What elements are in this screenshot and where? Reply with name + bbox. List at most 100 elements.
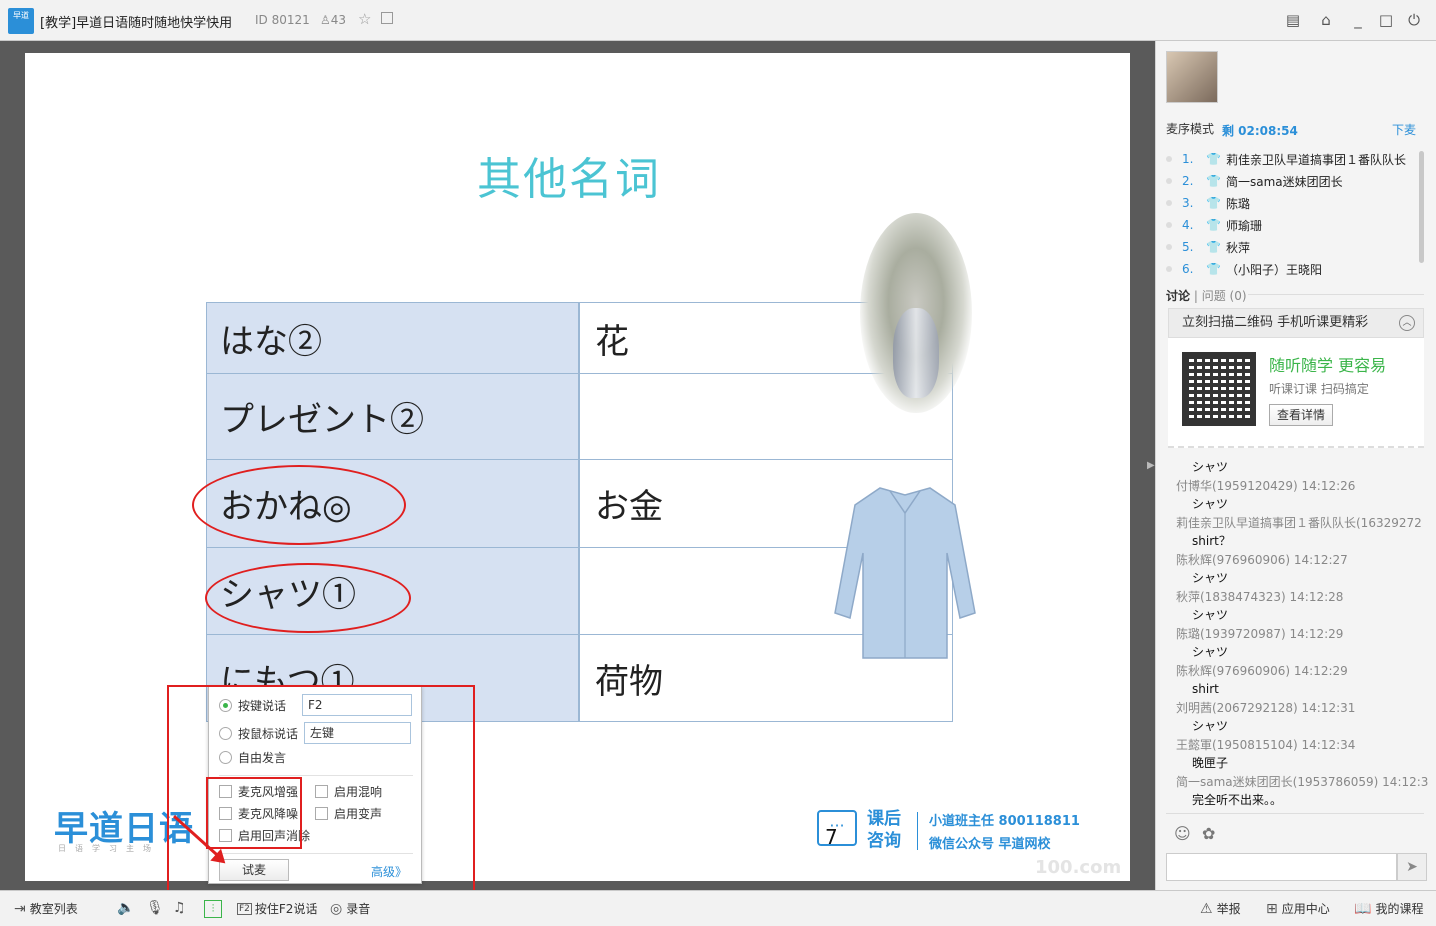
sidebar: 麦序模式 剩 02:08:54 下麦 1. 👕 莉佳亲卫队早道搞事团１番队队长 … [1155,41,1436,890]
chat-message: シャツ [1192,460,1229,474]
leave-mic-link[interactable]: 下麦 [1392,121,1416,138]
queue-number: 6. [1182,262,1194,276]
queue-number: 1. [1182,152,1194,166]
queue-item[interactable]: 6. 👕 （小阳子）王晓阳 [1166,259,1322,279]
table-row: プレゼント② [207,374,952,460]
consult-title: 课后咨询 [867,809,901,851]
status-dot [1166,200,1172,206]
chat-log[interactable]: シャツ 付博华(1959120429) 14:12:26 シャツ 莉佳亲卫队早道… [1176,458,1436,813]
consult-wechat: 微信公众号 早道网校 [929,837,1051,852]
f2-key-icon: F2 [237,902,252,915]
user-shirt-icon: 👕 [1206,262,1221,276]
annotation-circle [205,563,411,633]
consult-hotline: 小道班主任 800118811 [929,814,1080,829]
user-shirt-icon: 👕 [1206,240,1221,254]
user-shirt-icon: 👕 [1206,174,1221,188]
queue-number: 2. [1182,174,1194,188]
watermark: 100.com [1035,857,1122,878]
chat-message: シャツ [1192,497,1229,511]
chat-message: 晚匣子 [1192,756,1229,770]
chat-meta: 陈秋辉(976960906) 14:12:27 [1176,552,1348,567]
book-icon: 📖 [1354,900,1372,917]
vase-image [893,308,939,398]
audio-settings-button[interactable]: ⫶ [204,900,222,918]
tab-question[interactable]: 问题 [1202,289,1226,303]
zaodao-logo-subtitle: 日语学习主场 [58,844,160,853]
chat-meta: 付博华(1959120429) 14:12:26 [1176,478,1356,493]
queue-name: （小阳子）王晓阳 [1226,262,1323,277]
chat-meta: 秋萍(1838474323) 14:12:28 [1176,589,1344,604]
bottom-toolbar: ⇥ 教室列表 🔈 🎙 ♫ ⫶ F2 按住F2说话 ◎ 录音 ⚠ 举报 ⊞ 应用中… [0,890,1436,926]
view-details-button[interactable]: 查看详情 [1269,404,1333,426]
home-icon[interactable]: ⌂ [1316,10,1336,30]
shirt-image [834,487,976,659]
chat-meta: 陈秋辉(976960906) 14:12:29 [1176,663,1348,678]
table-cell-jp: プレゼント② [207,374,580,459]
flower-gift-icon[interactable]: ✿ [1202,824,1222,844]
collapse-sidebar-icon[interactable]: ▶ [1147,460,1155,471]
queue-item[interactable]: 1. 👕 莉佳亲卫队早道搞事团１番队队长 [1166,149,1406,169]
minimize-icon[interactable]: _ [1348,10,1368,30]
share-icon[interactable] [381,12,393,24]
app-center-label: 应用中心 [1281,902,1330,916]
status-dot [1166,266,1172,272]
record-button[interactable]: ◎ 录音 [330,900,370,917]
queue-name: 莉佳亲卫队早道搞事团１番队队长 [1226,152,1407,167]
tab-discuss[interactable]: 讨论 [1166,289,1190,303]
power-icon[interactable]: ⏻ [1404,10,1424,30]
microphone-icon: 🎙 [146,900,164,916]
queue-item[interactable]: 3. 👕 陈璐 [1166,193,1250,213]
report-button[interactable]: ⚠ 举报 [1200,900,1241,917]
app-logo: 早道 [8,8,34,34]
user-shirt-icon: 👕 [1206,196,1221,210]
user-count: ♙43 [320,13,346,27]
my-courses-button[interactable]: 📖 我的课程 [1354,900,1423,917]
chat-meta: 陈璐(1939720987) 14:12:29 [1176,626,1344,641]
list-icon[interactable]: ▤ [1283,10,1303,30]
slide-title: 其他名词 [477,154,661,205]
queue-item[interactable]: 2. 👕 简一sama迷妹团团长 [1166,171,1343,191]
table-cell-jp: はな② [207,303,580,373]
status-dot [1166,244,1172,250]
queue-name: 秋萍 [1226,240,1251,255]
classroom-list-button[interactable]: ⇥ 教室列表 [14,900,78,917]
music-button[interactable]: ♫ [173,900,190,916]
exit-icon: ⇥ [14,900,26,917]
queue-scrollbar[interactable] [1419,151,1424,263]
queue-item[interactable]: 4. 👕 师瑜珊 [1166,215,1262,235]
user-shirt-icon: 👕 [1206,152,1221,166]
report-label: 举报 [1216,902,1241,916]
teacher-avatar[interactable] [1166,51,1218,103]
music-note-icon: ♫ [173,900,186,916]
qr-card: 随听随学 更容易 听课订课 扫码搞定 查看详情 [1168,338,1424,448]
qr-title: 随听随学 更容易 [1269,356,1387,375]
collapse-up-icon[interactable]: ︿ [1399,315,1415,331]
chat-meta: 简一sama迷妹团团长(1953786059) 14:12:3 [1176,774,1429,789]
push-to-talk-button[interactable]: F2 按住F2说话 [237,900,317,917]
tab-separator: | [1193,289,1202,303]
chat-message: シャツ [1192,645,1229,659]
chat-message: シャツ [1192,719,1229,733]
send-icon[interactable]: ➤ [1397,853,1427,881]
consult-banner: ··· 课后咨询 小道班主任 800118811 微信公众号 早道网校 [817,808,1107,858]
qr-header-text: 立刻扫描二维码 手机听课更精彩 [1182,315,1369,330]
report-user-icon: ⚠ [1200,900,1213,917]
qr-code-image [1182,352,1256,426]
speaker-button[interactable]: 🔈 [117,900,138,916]
chat-input[interactable] [1166,853,1397,881]
queue-item[interactable]: 5. 👕 秋萍 [1166,237,1250,257]
record-label: 录音 [346,902,371,916]
queue-number: 5. [1182,240,1194,254]
emoji-icon[interactable]: ☺ [1174,824,1194,844]
microphone-button[interactable]: 🎙 [146,900,168,916]
title-bar: 早道 [教学]早道日语随时随地快学快用 ID 80121 ♙43 ☆ ▤ ⌂ _… [0,0,1436,41]
page-number: 7 [825,825,838,849]
consult-divider [917,812,918,850]
annotation-box [206,777,302,849]
maximize-icon[interactable]: □ [1376,10,1396,30]
status-dot [1166,156,1172,162]
favorite-star-icon[interactable]: ☆ [358,10,371,28]
my-courses-label: 我的课程 [1375,902,1424,916]
app-center-button[interactable]: ⊞ 应用中心 [1266,900,1330,917]
user-icon: ♙ [320,13,331,27]
